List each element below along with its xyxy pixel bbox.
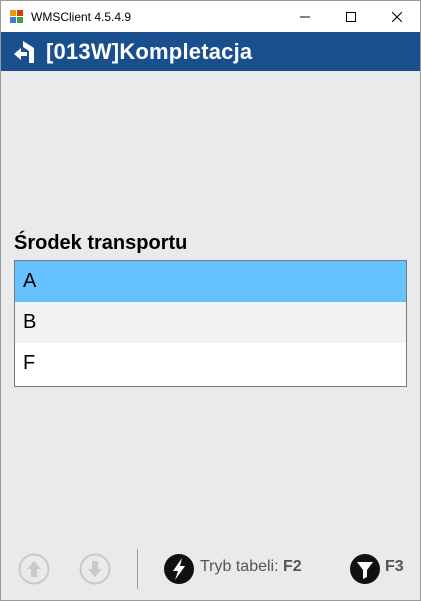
maximize-button[interactable] — [328, 1, 374, 32]
minimize-button[interactable] — [282, 1, 328, 32]
filter-icon — [350, 554, 380, 584]
close-button[interactable] — [374, 1, 420, 32]
footer-toolbar: Tryb tabeli: F2 F3 — [1, 546, 420, 592]
arrow-up-icon — [18, 553, 50, 585]
maximize-icon — [346, 11, 356, 22]
page-header: [013W]Kompletacja — [1, 32, 420, 71]
list-item-b[interactable]: B — [15, 302, 406, 343]
app-window: WMSClient 4.5.4.9 [013W]Kompletacja Środ… — [0, 0, 421, 601]
toolbar-divider — [137, 549, 138, 589]
app-icon — [10, 9, 24, 24]
lightning-icon — [164, 554, 194, 584]
back-icon — [14, 40, 34, 63]
list-item-f[interactable]: F — [15, 343, 406, 384]
filter-button[interactable] — [349, 553, 381, 585]
window-title: WMSClient 4.5.4.9 — [31, 9, 132, 24]
transport-list[interactable]: A B F — [14, 260, 407, 387]
list-item-a[interactable]: A — [15, 261, 406, 302]
table-mode-text: Tryb tabeli: — [200, 558, 279, 575]
table-mode-button[interactable] — [163, 553, 195, 585]
filter-key[interactable]: F3 — [385, 558, 404, 576]
back-button[interactable] — [10, 38, 38, 66]
title-bar: WMSClient 4.5.4.9 — [1, 1, 420, 32]
page-title: [013W]Kompletacja — [46, 38, 253, 64]
scroll-down-button[interactable] — [79, 553, 111, 585]
scroll-up-button[interactable] — [18, 553, 50, 585]
transport-label: Środek transportu — [14, 232, 188, 254]
minimize-icon — [300, 16, 310, 17]
arrow-down-icon — [79, 553, 111, 585]
table-mode-key: F2 — [283, 558, 302, 575]
table-mode-label[interactable]: Tryb tabeli: F2 — [200, 558, 302, 576]
close-icon — [392, 11, 402, 22]
